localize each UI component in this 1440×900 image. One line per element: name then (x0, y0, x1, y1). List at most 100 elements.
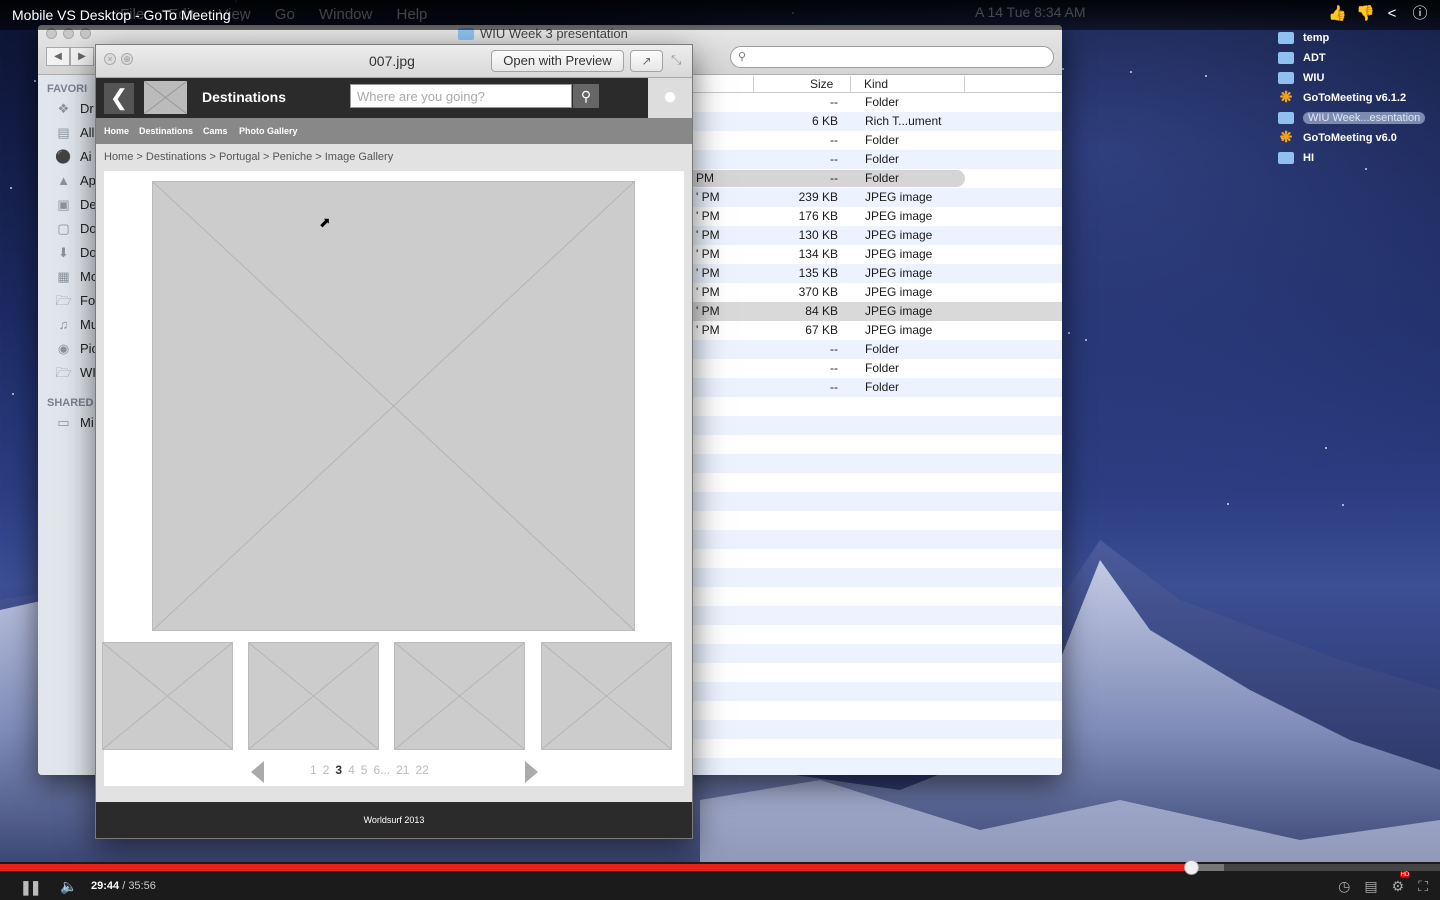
file-row[interactable]: ' PM 135 KB JPEG image (693, 264, 1062, 283)
file-row[interactable]: ' PM 84 KB JPEG image (693, 302, 1062, 321)
dislike-icon[interactable]: 👎 (1356, 5, 1375, 23)
file-row[interactable]: ' PM 370 KB JPEG image (693, 283, 1062, 302)
nav-item-photo-gallery[interactable]: Photo Gallery (239, 126, 298, 136)
share-icon[interactable]: < (1384, 5, 1400, 23)
menu-item: File (120, 6, 145, 23)
file-row[interactable]: ' PM 176 KB JPEG image (693, 207, 1062, 226)
sidebar-item-dropbox[interactable]: ❖ Dr (55, 101, 94, 116)
file-size: 67 KB (805, 323, 838, 337)
thumbnail-placeholder[interactable] (541, 642, 672, 750)
sidebar-item-wiu[interactable]: 🗁 WI (55, 365, 95, 380)
next-arrow-icon[interactable] (525, 761, 538, 783)
desktop-icon-wiu[interactable]: WIU (1278, 68, 1425, 88)
file-date: ' PM (696, 323, 720, 337)
desktop-icon-wiu-week[interactable]: WIU Week...esentation (1278, 108, 1426, 128)
desktop-icon-hi[interactable]: HI (1278, 148, 1425, 168)
nav-item-cams[interactable]: Cams (203, 126, 228, 136)
captions-icon[interactable]: ▤ (1364, 878, 1377, 895)
fullscreen-icon[interactable]: ⛶ (1418, 878, 1428, 895)
search-icon[interactable]: ⚲ (573, 84, 599, 108)
file-size: -- (830, 152, 838, 166)
file-row[interactable]: -- Folder (693, 359, 1062, 378)
sidebar-item-desktop[interactable]: ▣ De (55, 197, 96, 212)
scrubber-handle[interactable] (1183, 860, 1199, 875)
close-icon[interactable]: × (104, 53, 116, 65)
sidebar-item-music[interactable]: ♫ Mu (55, 317, 98, 332)
wireframe-search-input[interactable]: Where are you going? (350, 84, 572, 108)
page-number[interactable]: 2 (323, 763, 330, 777)
folder-icon (1278, 32, 1294, 44)
star (34, 80, 36, 82)
sidebar-item-applications[interactable]: ▲ Ap (55, 173, 96, 188)
file-row[interactable]: -- Folder (693, 340, 1062, 359)
sidebar-item-airdrop[interactable]: ⚫ Ai (55, 149, 91, 164)
file-row[interactable]: ' PM 67 KB JPEG image (693, 321, 1062, 340)
file-date: ' PM (696, 190, 720, 204)
volume-icon[interactable]: 🔈 (60, 878, 77, 895)
user-icon[interactable]: ● (648, 78, 692, 118)
nav-item-home[interactable]: Home (104, 126, 129, 136)
page-number[interactable]: 21 (396, 763, 409, 777)
file-row[interactable]: -- Folder (693, 93, 1062, 112)
file-kind: JPEG image (865, 190, 933, 204)
page-number[interactable]: 22 (415, 763, 428, 777)
sidebar-item-folder[interactable]: 🗁 Fo (55, 293, 95, 308)
column-header-size[interactable]: Size (810, 77, 833, 91)
expand-icon[interactable]: ⤡ (671, 52, 681, 68)
video-progress-bar[interactable] (0, 860, 1440, 875)
file-date: ' PM (696, 228, 720, 242)
sidebar-item-downloads[interactable]: ⬇ Do (55, 245, 97, 260)
share-icon[interactable]: ↗ (630, 50, 663, 72)
file-row[interactable]: ' PM 239 KB JPEG image (693, 188, 1062, 207)
file-row[interactable]: -- Folder (693, 150, 1062, 169)
file-row[interactable]: -- Folder (693, 378, 1062, 397)
sidebar-item-movies[interactable]: ▦ Mo (55, 269, 98, 284)
back-arrow-icon[interactable]: ❮ (104, 83, 134, 114)
thumbnail-placeholder[interactable] (394, 642, 525, 750)
time-display: 29:44 / 35:56 (91, 880, 156, 892)
video-title-bar: Mobile VS Desktop - GoTo Meeting File Ed… (0, 0, 1440, 30)
quicklook-window: × ⊕ 007.jpg Open with Preview ↗ ⤡ ❮ Dest… (95, 44, 693, 839)
sidebar-item-shared-computer[interactable]: ▭ Mi (55, 415, 93, 430)
page-number[interactable]: 6... (373, 763, 390, 777)
forward-arrow-icon[interactable]: ▶ (70, 47, 94, 66)
file-row[interactable]: 6 KB Rich T...ument (693, 112, 1062, 131)
info-icon[interactable]: ⓘ (1412, 5, 1428, 23)
thumbnail-placeholder[interactable] (102, 642, 233, 750)
desktop-icon-temp[interactable]: temp (1278, 28, 1425, 48)
file-row[interactable]: ' PM 134 KB JPEG image (693, 245, 1062, 264)
sidebar-item-pictures[interactable]: ◉ Pic (55, 341, 98, 356)
column-header-kind[interactable]: Kind (864, 77, 888, 91)
fullscreen-icon[interactable]: ⊕ (121, 53, 133, 65)
finder-search-input[interactable]: ⚲ (730, 46, 1054, 68)
page-number[interactable]: 3 (335, 763, 342, 777)
sidebar-item-documents[interactable]: ▢ Do (55, 221, 96, 236)
file-row[interactable]: PM -- Folder (693, 169, 1062, 188)
back-arrow-icon[interactable]: ◀ (46, 47, 70, 66)
gallery-content: 1 2 3 4 5 6... 21 22 (102, 171, 684, 786)
watch-later-icon[interactable]: ◷ (1338, 878, 1350, 895)
desktop-icon-adt[interactable]: ADT (1278, 48, 1425, 68)
nav-item-destinations[interactable]: Destinations (139, 126, 193, 136)
page-number[interactable]: 1 (310, 763, 317, 777)
sidebar-heading-favorites: FAVORI (47, 83, 88, 95)
monitor-icon: ▭ (57, 415, 70, 430)
file-row[interactable]: ' PM 130 KB JPEG image (693, 226, 1062, 245)
time-separator: / (119, 880, 129, 892)
prev-arrow-icon[interactable] (251, 761, 264, 783)
settings-icon[interactable]: ⚙ HD (1392, 872, 1411, 895)
page-number[interactable]: 5 (361, 763, 368, 777)
page-number[interactable]: 4 (348, 763, 355, 777)
sidebar-item-all-files[interactable]: ▤ All (55, 125, 94, 140)
main-image-placeholder[interactable] (152, 181, 635, 631)
file-row[interactable]: -- Folder (693, 131, 1062, 150)
downloads-icon: ⬇ (58, 245, 69, 260)
desktop-icon-gotomeeting-612[interactable]: ❋ GoToMeeting v6.1.2 (1278, 88, 1425, 108)
open-with-preview-button[interactable]: Open with Preview (491, 50, 624, 72)
wireframe-footer: Worldsurf 2013 (96, 802, 692, 838)
thumbnail-placeholder[interactable] (248, 642, 379, 750)
pause-icon[interactable]: ❚❚ (20, 879, 42, 896)
file-size: 370 KB (798, 285, 838, 299)
like-icon[interactable]: 👍 (1328, 5, 1347, 23)
desktop-icon-gotomeeting-60[interactable]: ❋ GoToMeeting v6.0 (1278, 128, 1425, 148)
